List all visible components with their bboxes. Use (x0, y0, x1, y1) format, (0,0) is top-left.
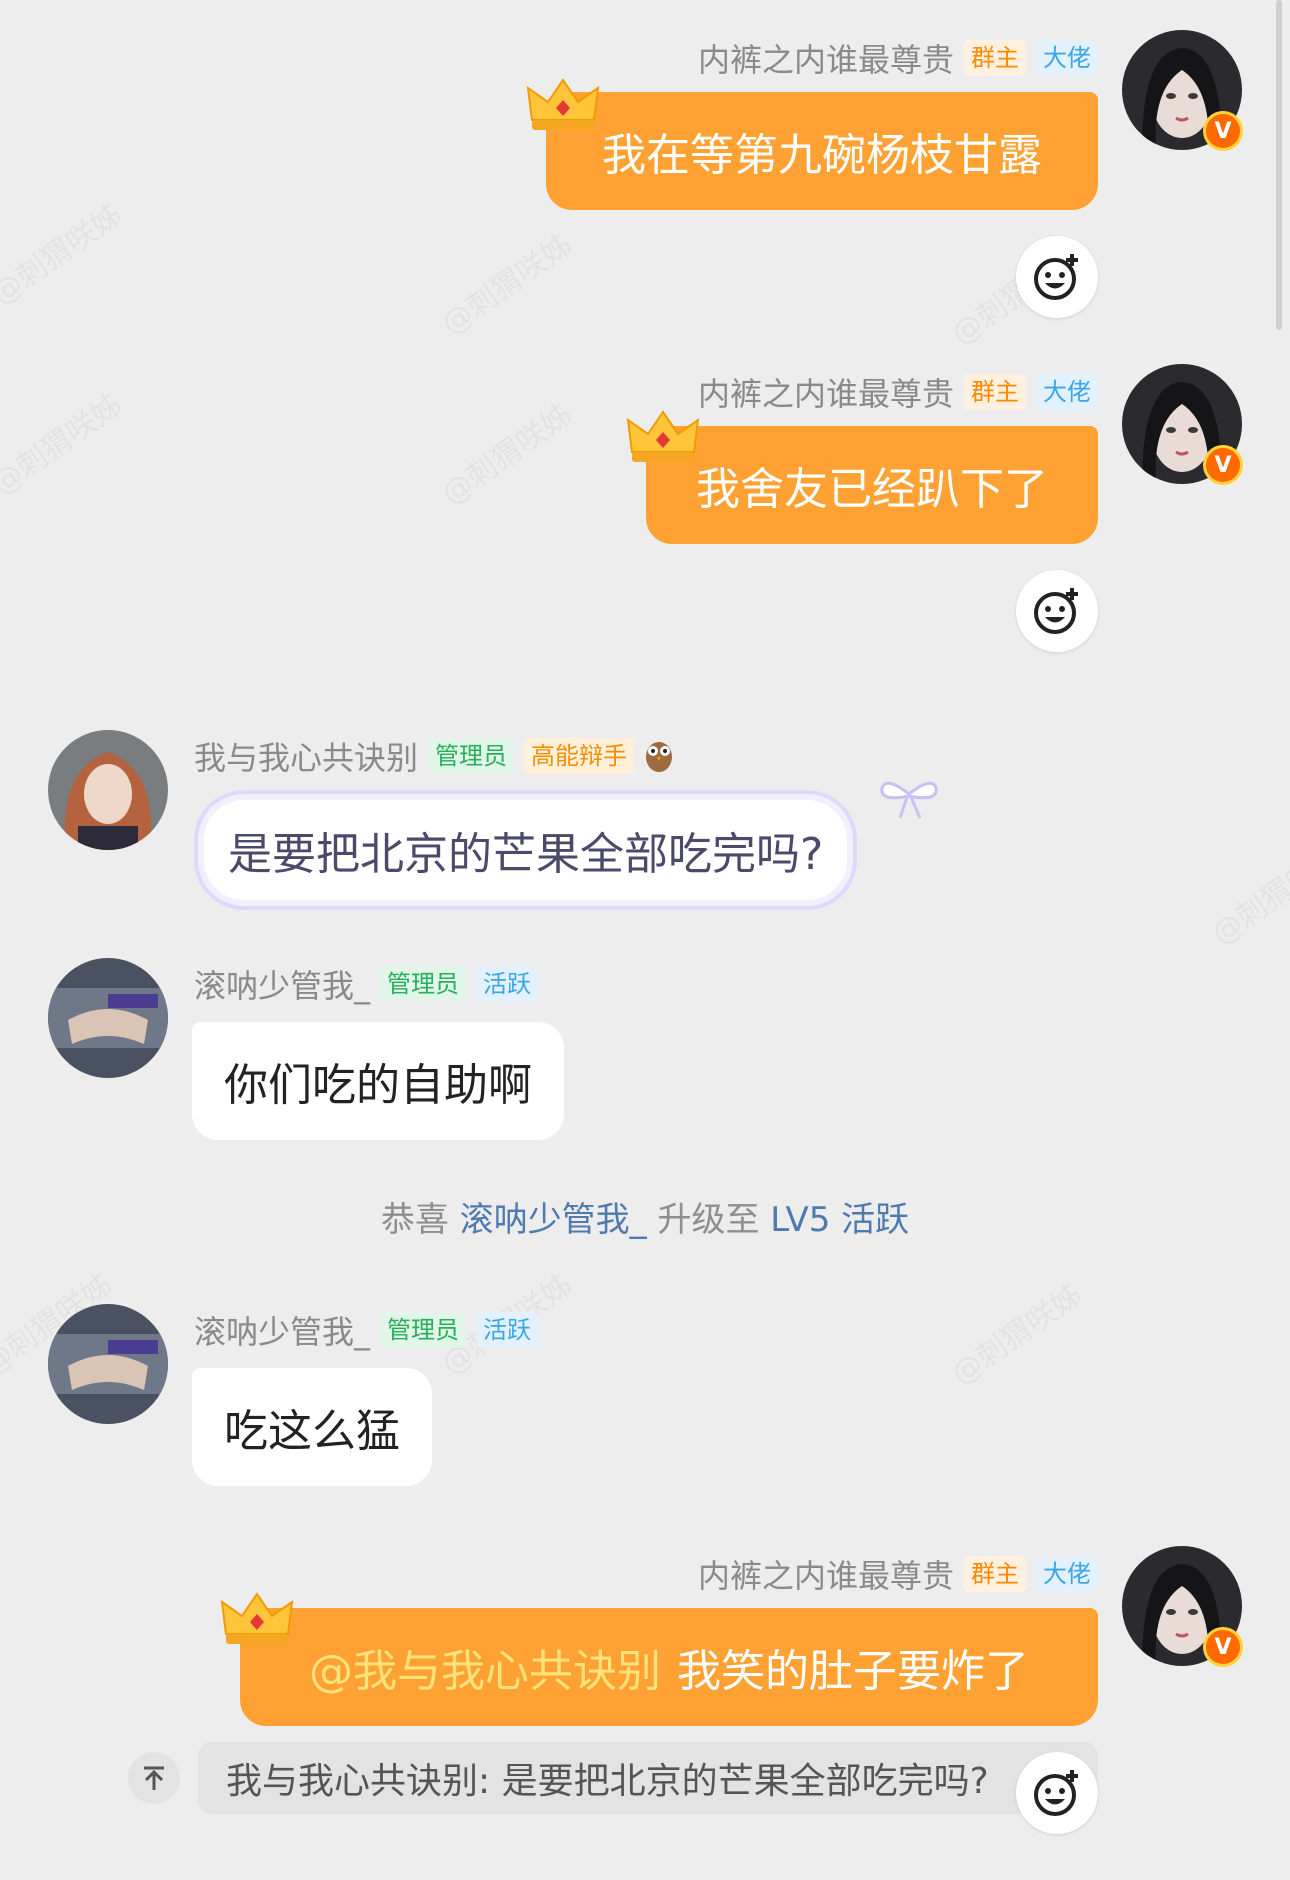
emoji-reaction-icon[interactable] (1016, 570, 1098, 652)
debater-tag: 高能辩手 (524, 738, 635, 774)
sender-row: 滚呐少管我_ 管理员 活跃 (194, 1307, 539, 1353)
system-level: LV5 活跃 (770, 1200, 910, 1240)
message-bubble[interactable]: 你们吃的自助啊 (192, 1022, 564, 1140)
message-text: 吃这么猛 (224, 1406, 400, 1457)
message-bubble[interactable]: 是要把北京的芒果全部吃完吗? (194, 790, 858, 910)
crown-icon (220, 1590, 294, 1648)
avatar[interactable] (48, 958, 168, 1078)
sender-row: 滚呐少管我_ 管理员 活跃 (194, 961, 539, 1007)
quoted-text: 我与我心共诀别: 是要把北京的芒果全部吃完吗? (226, 1761, 989, 1802)
watermark: @刺猬咲姊 (431, 391, 579, 513)
crown-icon (626, 408, 700, 466)
sender-name[interactable]: 内裤之内谁最尊贵 (698, 1551, 954, 1597)
sender-row: 我与我心共诀别 管理员 高能辩手 (194, 734, 674, 778)
message-text: 我在等第九碗杨枝甘露 (602, 130, 1042, 181)
owl-icon (644, 735, 674, 777)
watermark: @刺猬咲姊 (0, 191, 129, 313)
system-middle: 升级至 (657, 1200, 760, 1240)
message-text: 我笑的肚子要炸了 (677, 1646, 1029, 1697)
verified-v-icon: V (1203, 445, 1243, 485)
message-text: 是要把北京的芒果全部吃完吗? (228, 829, 824, 880)
sender-row: 内裤之内谁最尊贵 群主 大佬 (698, 1552, 1098, 1596)
watermark: @刺猬咲姊 (1201, 831, 1290, 953)
owner-tag: 群主 (964, 1556, 1026, 1592)
sender-name[interactable]: 内裤之内谁最尊贵 (698, 35, 954, 81)
message-bubble[interactable]: 我在等第九碗杨枝甘露 (546, 92, 1098, 210)
vip-tag: 大佬 (1036, 1556, 1098, 1592)
mention-link[interactable]: @我与我心共诀别 (309, 1635, 661, 1699)
owner-tag: 群主 (964, 40, 1026, 76)
active-tag: 活跃 (476, 966, 539, 1002)
verified-v-icon: V (1203, 1627, 1243, 1667)
owner-tag: 群主 (964, 374, 1026, 410)
bow-icon (878, 776, 940, 826)
admin-tag: 管理员 (380, 966, 467, 1002)
sender-name[interactable]: 滚呐少管我_ (194, 1307, 370, 1353)
sender-row: 内裤之内谁最尊贵 群主 大佬 (698, 370, 1098, 414)
message-bubble[interactable]: @我与我心共诀别 我笑的肚子要炸了 (240, 1608, 1098, 1726)
crown-icon (526, 76, 600, 134)
sender-row: 内裤之内谁最尊贵 群主 大佬 (698, 36, 1098, 80)
quoted-reply[interactable]: 我与我心共诀别: 是要把北京的芒果全部吃完吗? (198, 1742, 1098, 1814)
message-bubble[interactable]: 我舍友已经趴下了 (646, 426, 1098, 544)
system-notice: 恭喜 滚呐少管我_ 升级至 LV5 活跃 (0, 1192, 1290, 1241)
message-text: 你们吃的自助啊 (224, 1060, 532, 1111)
emoji-reaction-icon[interactable] (1016, 1752, 1098, 1834)
vip-tag: 大佬 (1036, 40, 1098, 76)
system-prefix: 恭喜 (380, 1200, 449, 1240)
active-tag: 活跃 (476, 1312, 539, 1348)
watermark: @刺猬咲姊 (431, 221, 579, 343)
message-text: 我舍友已经趴下了 (696, 464, 1048, 515)
system-user-link[interactable]: 滚呐少管我_ (460, 1200, 647, 1240)
emoji-reaction-icon[interactable] (1016, 236, 1098, 318)
message-bubble[interactable]: 吃这么猛 (192, 1368, 432, 1486)
admin-tag: 管理员 (380, 1312, 467, 1348)
admin-tag: 管理员 (428, 738, 515, 774)
sender-name[interactable]: 内裤之内谁最尊贵 (698, 369, 954, 415)
scroll-top-icon[interactable] (128, 1752, 180, 1804)
watermark: @刺猬咲姊 (0, 381, 129, 503)
vip-tag: 大佬 (1036, 374, 1098, 410)
sender-name[interactable]: 滚呐少管我_ (194, 961, 370, 1007)
watermark: @刺猬咲姊 (941, 1271, 1089, 1393)
sender-name[interactable]: 我与我心共诀别 (194, 733, 418, 779)
avatar[interactable] (48, 730, 168, 850)
avatar[interactable] (48, 1304, 168, 1424)
verified-v-icon: V (1203, 111, 1243, 151)
scrollbar[interactable] (1276, 0, 1282, 330)
